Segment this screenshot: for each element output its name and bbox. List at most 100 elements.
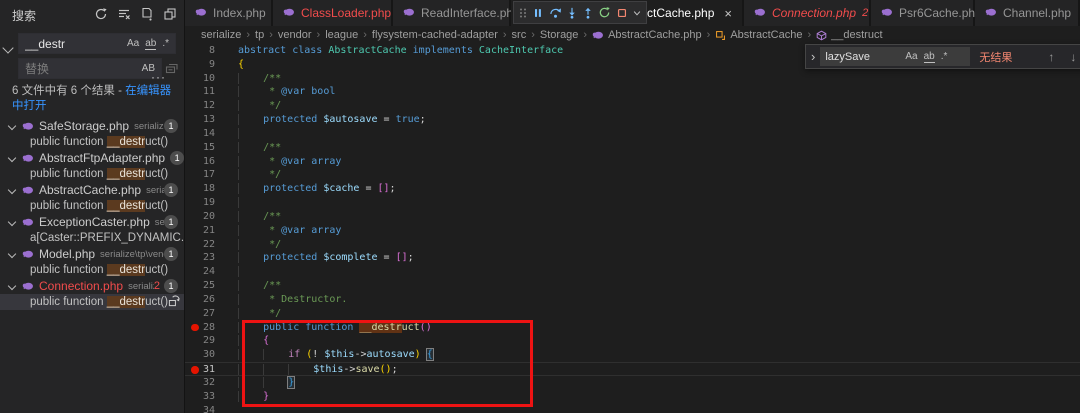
line-number: 20 bbox=[202, 210, 215, 222]
step-into-icon[interactable] bbox=[566, 7, 578, 19]
tab-label: ClassLoader.php bbox=[301, 6, 392, 20]
search-result-file[interactable]: Connection.php serializ...21 bbox=[0, 278, 184, 294]
chevron-down-icon[interactable] bbox=[7, 249, 17, 259]
search-result-file[interactable]: SafeStorage.php serialize\tp\...1 bbox=[0, 118, 184, 134]
search-details-toggle[interactable]: ··· bbox=[151, 71, 166, 83]
chevron-down-icon[interactable] bbox=[7, 217, 17, 227]
code-line-30[interactable]: 30 if (! $this->autosave) { bbox=[185, 348, 1080, 362]
breadcrumb-item[interactable]: serialize bbox=[201, 29, 241, 41]
breakpoint-icon[interactable] bbox=[191, 323, 199, 332]
chevron-down-icon[interactable] bbox=[632, 8, 642, 18]
code-line-17[interactable]: 17 */ bbox=[185, 168, 1080, 182]
breadcrumb-item[interactable]: Storage bbox=[540, 29, 579, 41]
code-line-10[interactable]: 10 /** bbox=[185, 72, 1080, 86]
code-line-12[interactable]: 12 */ bbox=[185, 99, 1080, 113]
breadcrumb-item[interactable]: tp bbox=[255, 29, 264, 41]
chevron-down-icon[interactable] bbox=[7, 121, 17, 131]
code-line-25[interactable]: 25 /** bbox=[185, 279, 1080, 293]
find-replace-toggle[interactable]: › bbox=[811, 49, 815, 64]
toggle-replace-chevron[interactable] bbox=[2, 42, 14, 54]
search-match-row[interactable]: public function __destruct() bbox=[0, 198, 184, 214]
code-line-22[interactable]: 22 */ bbox=[185, 238, 1080, 252]
restart-icon[interactable] bbox=[598, 6, 611, 19]
step-out-icon[interactable] bbox=[582, 7, 594, 19]
next-match-button[interactable]: ↓ bbox=[1070, 50, 1076, 64]
match-case-toggle[interactable]: Aa bbox=[127, 38, 139, 49]
search-match-row[interactable]: public function __destruct() bbox=[0, 166, 184, 182]
search-match-row[interactable]: public function __destruct() bbox=[0, 262, 184, 278]
tab-psr6cache-php[interactable]: Psr6Cache.php bbox=[871, 0, 982, 26]
whole-word-toggle[interactable]: ab bbox=[145, 38, 157, 50]
replace-input[interactable] bbox=[19, 61, 142, 76]
find-regex-toggle[interactable]: .* bbox=[941, 51, 948, 62]
search-result-file[interactable]: AbstractCache.php serialize\t...1 bbox=[0, 182, 184, 198]
line-number: 23 bbox=[202, 252, 215, 264]
replace-match-icon[interactable] bbox=[168, 294, 181, 310]
search-match-row[interactable]: a[Caster::PREFIX_DYNAMIC."__destru... bbox=[0, 230, 184, 246]
code-line-33[interactable]: 33 } bbox=[185, 390, 1080, 404]
search-result-file[interactable]: AbstractFtpAdapter.phpseri...1 bbox=[0, 150, 184, 166]
previous-match-button[interactable]: ↑ bbox=[1048, 50, 1054, 64]
code-line-29[interactable]: 29 { bbox=[185, 334, 1080, 348]
code-line-20[interactable]: 20 /** bbox=[185, 210, 1080, 224]
code-line-18[interactable]: 18 protected $cache = []; bbox=[185, 182, 1080, 196]
code-line-26[interactable]: 26 * Destructor. bbox=[185, 293, 1080, 307]
breadcrumb-method[interactable]: __destruct bbox=[831, 29, 882, 41]
code-line-15[interactable]: 15 /** bbox=[185, 141, 1080, 155]
breadcrumb-item[interactable]: flysystem-cached-adapter bbox=[372, 29, 498, 41]
find-whole-word-toggle[interactable]: ab bbox=[923, 51, 935, 63]
search-match-row[interactable]: public function __destruct() bbox=[0, 134, 184, 150]
tab-close-icon[interactable]: × bbox=[724, 6, 732, 21]
tab-channel-php[interactable]: Channel.php bbox=[975, 0, 1080, 26]
token: /** bbox=[263, 210, 282, 222]
open-in-editor-icon[interactable] bbox=[162, 6, 178, 22]
code-line-28[interactable]: 28 public function __destruct() bbox=[185, 321, 1080, 335]
match-post: uct() bbox=[145, 296, 169, 308]
search-input[interactable] bbox=[19, 36, 127, 51]
chevron-down-icon[interactable] bbox=[7, 281, 17, 291]
line-content: abstract class AbstractCache implements … bbox=[238, 45, 563, 56]
code-line-13[interactable]: 13 protected $autosave = true; bbox=[185, 113, 1080, 127]
code-line-19[interactable]: 19 bbox=[185, 196, 1080, 210]
search-match-row[interactable]: public function __destruct()× bbox=[0, 294, 184, 310]
search-result-file[interactable]: ExceptionCaster.php serialize...1 bbox=[0, 214, 184, 230]
code-line-21[interactable]: 21 * @var array bbox=[185, 224, 1080, 238]
breadcrumb: serialize › tp › vendor › league › flysystem-cac… bbox=[185, 26, 1080, 44]
code-line-31[interactable]: 31 $this->save(); bbox=[185, 362, 1080, 376]
replace-all-button[interactable] bbox=[165, 60, 179, 79]
code-line-24[interactable]: 24 bbox=[185, 265, 1080, 279]
tab-index-php[interactable]: Index.php bbox=[185, 0, 273, 26]
refresh-icon[interactable] bbox=[93, 6, 109, 22]
code-line-23[interactable]: 23 protected $complete = []; bbox=[185, 251, 1080, 265]
code-line-14[interactable]: 14 bbox=[185, 127, 1080, 141]
clear-search-results-icon[interactable] bbox=[116, 6, 132, 22]
code-line-32[interactable]: 32 } bbox=[185, 376, 1080, 390]
code-line-27[interactable]: 27 */ bbox=[185, 307, 1080, 321]
php-icon bbox=[195, 6, 207, 21]
code-line-11[interactable]: 11 * @var bool bbox=[185, 85, 1080, 99]
code-editor[interactable]: 8 abstract class AbstractCache implements… bbox=[185, 44, 1080, 413]
chevron-down-icon[interactable] bbox=[7, 185, 17, 195]
search-result-file[interactable]: Model.php serialize\tp\vendo...1 bbox=[0, 246, 184, 262]
tab-readinterface-php[interactable]: ReadInterface.php bbox=[393, 0, 520, 26]
find-match-case-toggle[interactable]: Aa bbox=[905, 51, 917, 62]
tab-connection-php[interactable]: Connection.php 2 bbox=[744, 0, 871, 26]
find-input[interactable] bbox=[820, 49, 906, 64]
breadcrumb-file[interactable]: AbstractCache.php bbox=[608, 29, 702, 41]
tab-classloader-php[interactable]: ClassLoader.php4 bbox=[273, 0, 403, 26]
code-line-16[interactable]: 16 * @var array bbox=[185, 155, 1080, 169]
breadcrumb-separator: › bbox=[246, 29, 251, 41]
stop-icon[interactable] bbox=[616, 7, 628, 19]
breadcrumb-item[interactable]: vendor bbox=[278, 29, 312, 41]
code-line-34[interactable]: 34 bbox=[185, 404, 1080, 413]
breadcrumb-class[interactable]: AbstractCache bbox=[730, 29, 802, 41]
regex-toggle[interactable]: .* bbox=[162, 38, 169, 49]
chevron-down-icon[interactable] bbox=[7, 153, 17, 163]
pause-icon[interactable] bbox=[532, 7, 544, 19]
step-over-icon[interactable] bbox=[549, 6, 562, 19]
new-search-editor-icon[interactable] bbox=[139, 6, 155, 22]
breadcrumb-item[interactable]: league bbox=[325, 29, 358, 41]
match-highlight: __destr bbox=[106, 136, 146, 148]
breadcrumb-item[interactable]: src bbox=[512, 29, 527, 41]
breakpoint-icon[interactable] bbox=[191, 366, 199, 374]
